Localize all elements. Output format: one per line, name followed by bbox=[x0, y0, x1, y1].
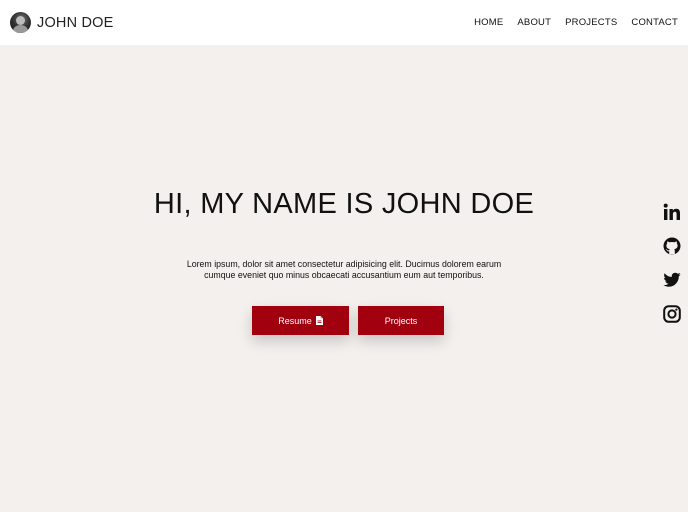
nav-link-contact[interactable]: CONTACT bbox=[631, 17, 678, 28]
nav-link-projects[interactable]: PROJECTS bbox=[565, 17, 617, 28]
brand[interactable]: JOHN DOE bbox=[10, 12, 114, 33]
brand-name: JOHN DOE bbox=[37, 14, 114, 31]
projects-button[interactable]: Projects bbox=[358, 306, 444, 335]
linkedin-link[interactable] bbox=[663, 203, 681, 221]
navbar: JOHN DOE HOME ABOUT PROJECTS CONTACT bbox=[0, 0, 688, 45]
hero-description-line-1: Lorem ipsum, dolor sit amet consectetur … bbox=[186, 259, 502, 269]
resume-button-label: Resume bbox=[278, 315, 312, 326]
resume-button[interactable]: Resume bbox=[252, 306, 349, 335]
nav-link-home[interactable]: HOME bbox=[474, 17, 503, 28]
nav-link-about[interactable]: ABOUT bbox=[517, 17, 551, 28]
social-links bbox=[663, 203, 681, 323]
github-link[interactable] bbox=[663, 237, 681, 255]
github-icon bbox=[663, 237, 681, 255]
hero-section: HI, MY NAME IS JOHN DOE Lorem ipsum, dol… bbox=[0, 45, 688, 512]
hero-title: HI, MY NAME IS JOHN DOE bbox=[153, 188, 535, 220]
hero-description: Lorem ipsum, dolor sit amet consectetur … bbox=[174, 259, 514, 281]
twitter-link[interactable] bbox=[663, 271, 681, 289]
twitter-icon bbox=[663, 272, 681, 287]
projects-button-label: Projects bbox=[384, 315, 418, 326]
hero-description-line-2: cumque eveniet quo minus obcaecati accus… bbox=[204, 270, 484, 280]
linkedin-icon bbox=[663, 203, 680, 220]
nav-links: HOME ABOUT PROJECTS CONTACT bbox=[474, 17, 678, 28]
avatar bbox=[10, 12, 31, 33]
instagram-icon bbox=[663, 305, 681, 323]
file-icon bbox=[315, 316, 323, 325]
instagram-link[interactable] bbox=[663, 305, 681, 323]
